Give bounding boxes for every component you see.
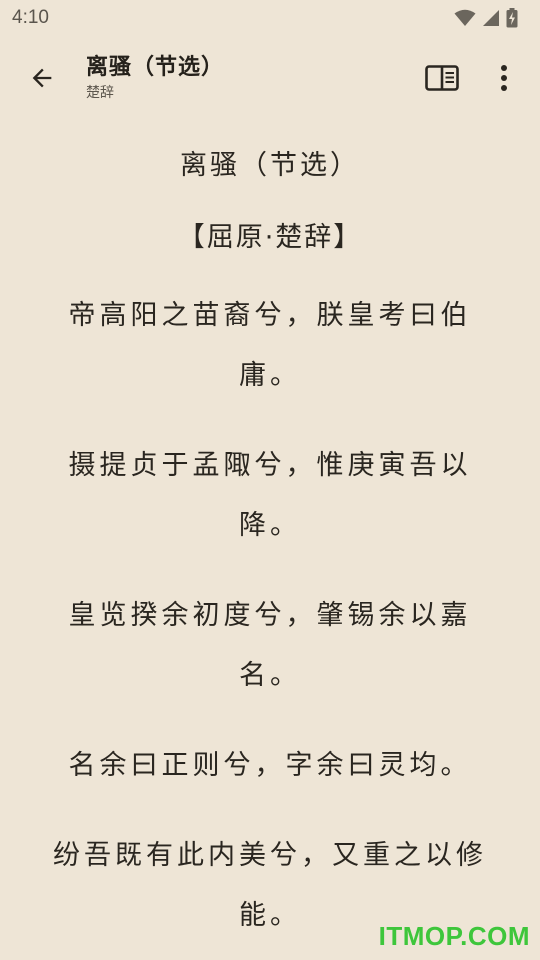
page-title: 离骚（节选） <box>86 55 225 80</box>
poem-line: 名余曰正则兮，字余曰灵均。 <box>68 750 472 781</box>
poem-line: 帝高阳之苗裔兮，朕皇考曰伯庸。 <box>68 300 472 391</box>
cellular-signal-icon <box>483 10 499 26</box>
poem-content: 离骚（节选） 【屈原·楚辞】 帝高阳之苗裔兮，朕皇考曰伯庸。 摄提贞于孟陬兮，惟… <box>0 122 540 946</box>
status-time: 4:10 <box>12 7 49 28</box>
status-icons <box>454 8 518 28</box>
more-vert-icon <box>501 65 507 91</box>
page-subtitle: 楚辞 <box>86 85 114 101</box>
back-button[interactable] <box>18 54 66 102</box>
more-options-button[interactable] <box>480 54 528 102</box>
reader-mode-icon <box>425 65 459 91</box>
reader-mode-button[interactable] <box>418 54 466 102</box>
app-bar: 离骚（节选） 楚辞 <box>0 40 540 116</box>
battery-charging-icon <box>506 8 518 28</box>
poem-line: 摄提贞于孟陬兮，惟庚寅吾以降。 <box>68 450 472 541</box>
title-group: 离骚（节选） 楚辞 <box>86 54 418 102</box>
status-bar: 4:10 <box>0 0 540 36</box>
arrow-back-icon <box>32 68 52 88</box>
poem-title: 离骚（节选） <box>180 150 360 181</box>
wifi-icon <box>454 9 476 26</box>
watermark-logo: ITMOP.COM <box>378 921 530 951</box>
poem-author: 【屈原·楚辞】 <box>177 222 363 253</box>
poem-line: 皇览揆余初度兮，肇锡余以嘉名。 <box>68 600 472 691</box>
